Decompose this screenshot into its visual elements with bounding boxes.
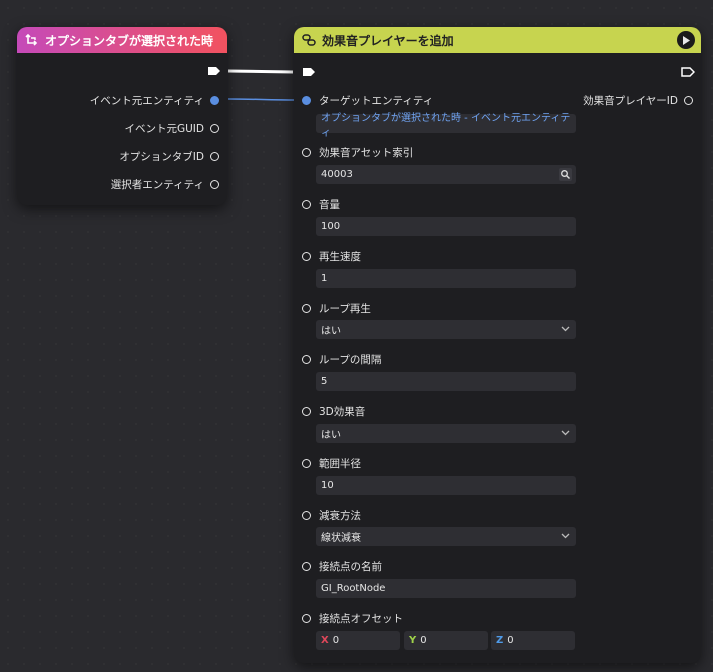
input-target-entity[interactable]: ターゲットエンティティ: [302, 93, 433, 107]
event-node-title: オプションタブが選択された時: [45, 33, 214, 48]
input-volume[interactable]: 音量: [302, 197, 340, 211]
pin[interactable]: [302, 199, 311, 209]
input-attach-point-name[interactable]: 接続点の名前: [302, 559, 382, 573]
pin-connected[interactable]: [302, 95, 311, 105]
3d-sfx-select[interactable]: はい: [316, 424, 576, 443]
offset-y-input[interactable]: Y 0: [404, 631, 488, 650]
exec-out-pin[interactable]: [207, 66, 221, 76]
input-playback-speed[interactable]: 再生速度: [302, 249, 361, 263]
output-selector-entity[interactable]: 選択者エンティティ: [111, 177, 219, 191]
attenuation-method-select[interactable]: 線状減衰: [316, 527, 576, 546]
event-trigger-icon: [25, 33, 38, 46]
event-node-header[interactable]: オプションタブが選択された時: [17, 27, 227, 53]
pin[interactable]: [302, 303, 311, 313]
pin-connected[interactable]: [210, 95, 219, 105]
volume-input[interactable]: 100: [316, 217, 576, 236]
offset-z-input[interactable]: Z 0: [491, 631, 575, 650]
pin[interactable]: [302, 251, 311, 261]
input-range-radius[interactable]: 範囲半径: [302, 456, 361, 470]
playback-speed-input[interactable]: 1: [316, 269, 576, 288]
output-source-entity[interactable]: イベント元エンティティ: [90, 93, 219, 107]
chevron-down-icon: [561, 430, 570, 436]
range-radius-input[interactable]: 10: [316, 476, 576, 495]
input-attach-point-offset[interactable]: 接続点オフセット: [302, 611, 403, 625]
pin[interactable]: [302, 613, 311, 623]
input-loop-play[interactable]: ループ再生: [302, 301, 371, 315]
action-node-header[interactable]: 効果音プレイヤーを追加: [294, 27, 701, 53]
target-entity-link-field[interactable]: オプションタブが選択された時 - イベント元エンティティ: [316, 113, 576, 139]
pin[interactable]: [210, 179, 219, 189]
action-node-add-sfx-player[interactable]: 効果音プレイヤーを追加 効果音プレイヤーID ターゲットエンティティ オプション…: [294, 27, 701, 663]
output-option-tab-id[interactable]: オプションタブID: [119, 149, 219, 163]
output-source-guid[interactable]: イベント元GUID: [124, 121, 219, 135]
pin[interactable]: [210, 151, 219, 161]
pin[interactable]: [302, 147, 311, 157]
input-3d-sfx[interactable]: 3D効果音: [302, 404, 365, 418]
chevron-down-icon: [561, 533, 570, 539]
link-chain-icon: [302, 34, 316, 46]
pin[interactable]: [302, 561, 311, 571]
input-attenuation-method[interactable]: 減衰方法: [302, 508, 361, 522]
pin[interactable]: [302, 510, 311, 520]
pin[interactable]: [684, 95, 693, 105]
input-sfx-asset-index[interactable]: 効果音アセット索引: [302, 145, 413, 159]
loop-play-select[interactable]: はい: [316, 320, 576, 339]
action-node-title: 効果音プレイヤーを追加: [322, 33, 454, 48]
exec-out-pin[interactable]: [681, 67, 695, 77]
data-wire: [227, 98, 298, 101]
exec-in-pin[interactable]: [302, 67, 316, 77]
pin[interactable]: [302, 354, 311, 364]
attach-point-name-input[interactable]: GI_RootNode: [316, 579, 576, 598]
pin[interactable]: [210, 123, 219, 133]
sfx-asset-index-input[interactable]: 40003: [316, 165, 576, 184]
pin[interactable]: [302, 458, 311, 468]
exec-wire: [227, 69, 294, 74]
output-sfx-player-id[interactable]: 効果音プレイヤーID: [583, 93, 693, 107]
chevron-down-icon: [561, 326, 570, 332]
offset-x-input[interactable]: X 0: [316, 631, 400, 650]
event-node-option-tab-selected[interactable]: オプションタブが選択された時 イベント元エンティティ イベント元GUID オプシ…: [17, 27, 227, 205]
pin[interactable]: [302, 406, 311, 416]
search-icon[interactable]: [559, 168, 572, 181]
play-icon[interactable]: [677, 31, 695, 49]
loop-interval-input[interactable]: 5: [316, 372, 576, 391]
input-loop-interval[interactable]: ループの間隔: [302, 352, 381, 366]
